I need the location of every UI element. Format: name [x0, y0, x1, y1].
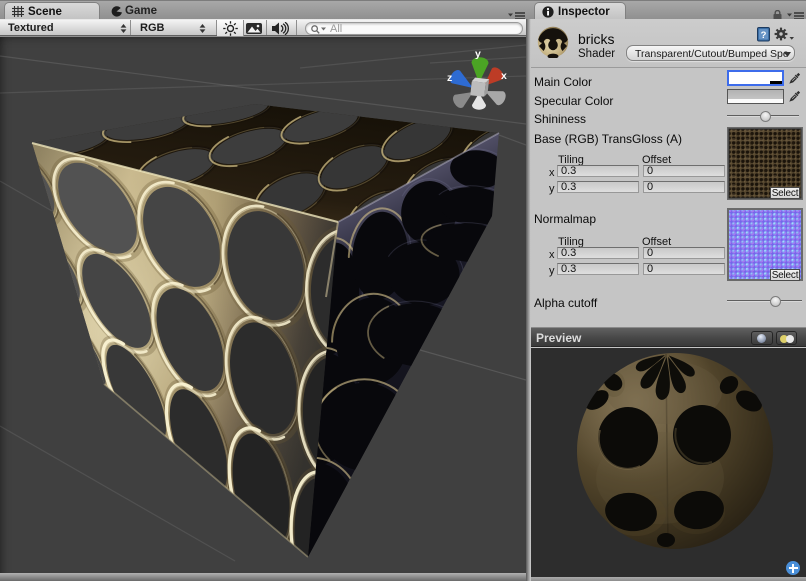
- svg-text:x: x: [501, 70, 507, 82]
- svg-text:z: z: [447, 72, 452, 84]
- svg-text:?: ?: [761, 30, 767, 41]
- svg-text:y: y: [475, 48, 481, 60]
